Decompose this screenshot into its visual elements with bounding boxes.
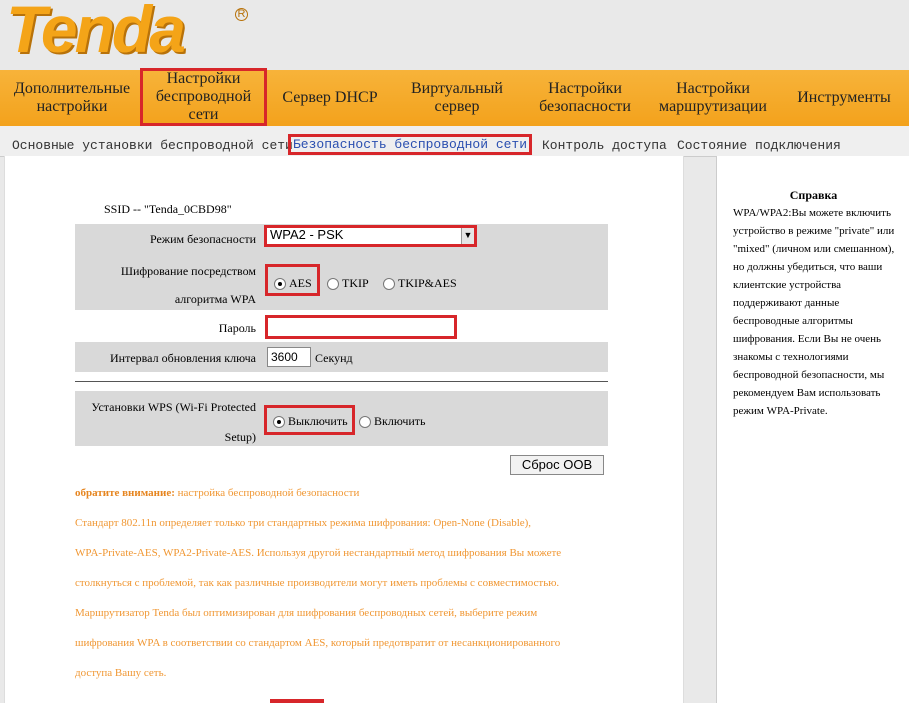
nav-routing-settings[interactable]: Настройки маршрутизации — [648, 70, 778, 126]
password-label: Пароль — [218, 321, 256, 335]
help-text: WPA/WPA2:Вы можете включить устройство в… — [733, 207, 895, 417]
main-nav: Дополнительные настройки Настройки беспров… — [0, 68, 909, 126]
subnav-connection-status[interactable]: Состояние подключения — [677, 138, 841, 153]
nav-dhcp-server[interactable]: Сервер DHCP — [270, 70, 390, 126]
security-mode-label: Режим безопасности — [149, 232, 256, 246]
ssid-label: SSID -- "Tenda_0CBD98" — [104, 202, 232, 216]
radio-icon — [383, 278, 395, 291]
notice-line: Маршрутизатор Tenda был оптимизирован дл… — [75, 607, 538, 619]
interval-input[interactable]: 3600 — [267, 347, 311, 367]
divider — [75, 381, 608, 382]
help-title: Справка — [789, 188, 838, 202]
subnav-basic-wireless[interactable]: Основные установки беспроводной сети — [12, 138, 293, 153]
interval-unit: Секунд — [315, 351, 353, 365]
reset-oob-button[interactable]: Сброс OOB — [510, 455, 604, 475]
help-panel: Справка WPA/WPA2:Вы можете включить устр… — [716, 156, 909, 703]
notice-line: Стандарт 802.11n определяет только три с… — [75, 517, 532, 529]
security-mode-value: WPA2 - PSK — [270, 227, 344, 242]
nav-virtual-server[interactable]: Виртуальный сервер — [396, 70, 518, 126]
subnav-wireless-security[interactable]: Безопасность беспроводной сети — [288, 134, 533, 155]
radio-icon — [327, 278, 339, 291]
cipher-label-line2: алгоритма WPA — [174, 292, 256, 306]
wps-label-line1: Установки WPS (Wi-Fi Protected — [91, 400, 256, 414]
nav-tools[interactable]: Инструменты — [782, 70, 906, 126]
nav-wireless-settings[interactable]: Настройки беспроводной сети — [140, 68, 267, 126]
password-input[interactable] — [265, 315, 457, 339]
notice-line: доступа Вашу сеть. — [75, 667, 167, 679]
nav-advanced-settings[interactable]: Дополнительные настройки — [4, 70, 140, 126]
radio-icon — [359, 416, 371, 429]
wps-label-line2: Setup) — [224, 430, 256, 444]
dropdown-arrow-icon: ▼ — [461, 228, 474, 244]
subnav-access-control[interactable]: Контроль доступа — [542, 138, 667, 153]
interval-label: Интервал обновления ключа — [110, 351, 256, 365]
notice-line: WPA-Private-AES, WPA2-Private-AES. Испол… — [75, 547, 562, 559]
cipher-tkip-radio[interactable]: TKIP — [327, 276, 369, 291]
nav-security-settings[interactable]: Настройки безопасности — [526, 70, 644, 126]
notice-line: столкнуться с проблемой, так как различн… — [75, 577, 560, 589]
cipher-aes-radio[interactable]: AES — [274, 276, 312, 291]
cipher-label-line1: Шифрование посредством — [120, 264, 256, 278]
wps-enable-radio[interactable]: Включить — [359, 414, 426, 429]
bottom-highlight-edge — [270, 699, 324, 703]
notice-line: шифрования WPA в соответствии со стандар… — [75, 637, 561, 649]
notice-title: обратите внимание: настройка беспроводно… — [75, 487, 360, 499]
wps-disable-radio[interactable]: Выключить — [273, 414, 348, 429]
radio-selected-icon — [273, 416, 285, 429]
tenda-logo: Tenda — [6, 0, 186, 66]
cipher-tkip-aes-radio[interactable]: TKIP&AES — [383, 276, 457, 291]
registered-mark: R — [235, 8, 248, 21]
radio-selected-icon — [274, 278, 286, 291]
security-mode-select[interactable]: WPA2 - PSK ▼ — [264, 225, 477, 247]
